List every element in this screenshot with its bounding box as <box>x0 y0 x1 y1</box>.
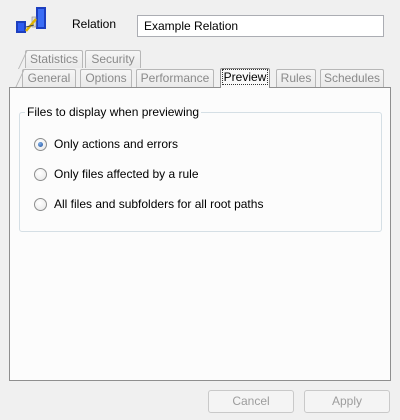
relation-icon <box>16 7 46 33</box>
tab-options-label: Options <box>85 71 127 85</box>
tab-rules[interactable]: Rules <box>276 69 316 87</box>
apply-button[interactable]: Apply <box>304 390 390 413</box>
tab-performance[interactable]: Performance <box>136 69 214 87</box>
tab-schedules-label: Schedules <box>323 71 381 85</box>
tab-general-label: General <box>27 71 71 85</box>
tab-statistics-label: Statistics <box>29 52 78 66</box>
tab-preview[interactable]: Preview <box>220 68 270 88</box>
radio-unchecked-icon[interactable] <box>34 197 47 211</box>
cancel-button[interactable]: Cancel <box>208 390 294 413</box>
tab-statistics[interactable]: Statistics <box>25 50 83 68</box>
radio-all-files-subfolders[interactable]: All files and subfolders for all root pa… <box>34 197 263 211</box>
tab-performance-label: Performance <box>140 71 210 85</box>
tab-general[interactable]: General <box>22 69 76 87</box>
radio-only-actions-errors[interactable]: Only actions and errors <box>34 137 178 151</box>
relation-name-label: Relation <box>72 17 117 31</box>
radio-only-affected-files[interactable]: Only files affected by a rule <box>34 167 199 181</box>
tab-security-label: Security <box>91 52 135 66</box>
tab-schedules[interactable]: Schedules <box>320 69 384 87</box>
radio-unchecked-icon[interactable] <box>34 167 47 181</box>
radio-label: All files and subfolders for all root pa… <box>54 197 264 211</box>
radio-label: Only files affected by a rule <box>54 167 199 181</box>
tab-options[interactable]: Options <box>80 69 132 87</box>
tab-rules-label: Rules <box>280 71 312 85</box>
tab-security[interactable]: Security <box>85 50 141 68</box>
group-title: Files to display when previewing <box>25 105 202 119</box>
relation-name-input[interactable] <box>137 15 384 37</box>
radio-label: Only actions and errors <box>54 137 179 151</box>
radio-checked-icon[interactable] <box>34 137 47 151</box>
tab-preview-label: Preview <box>221 69 269 85</box>
preview-options-group: Files to display when previewing Only ac… <box>19 105 382 232</box>
preview-tab-panel: Files to display when previewing Only ac… <box>9 87 391 381</box>
